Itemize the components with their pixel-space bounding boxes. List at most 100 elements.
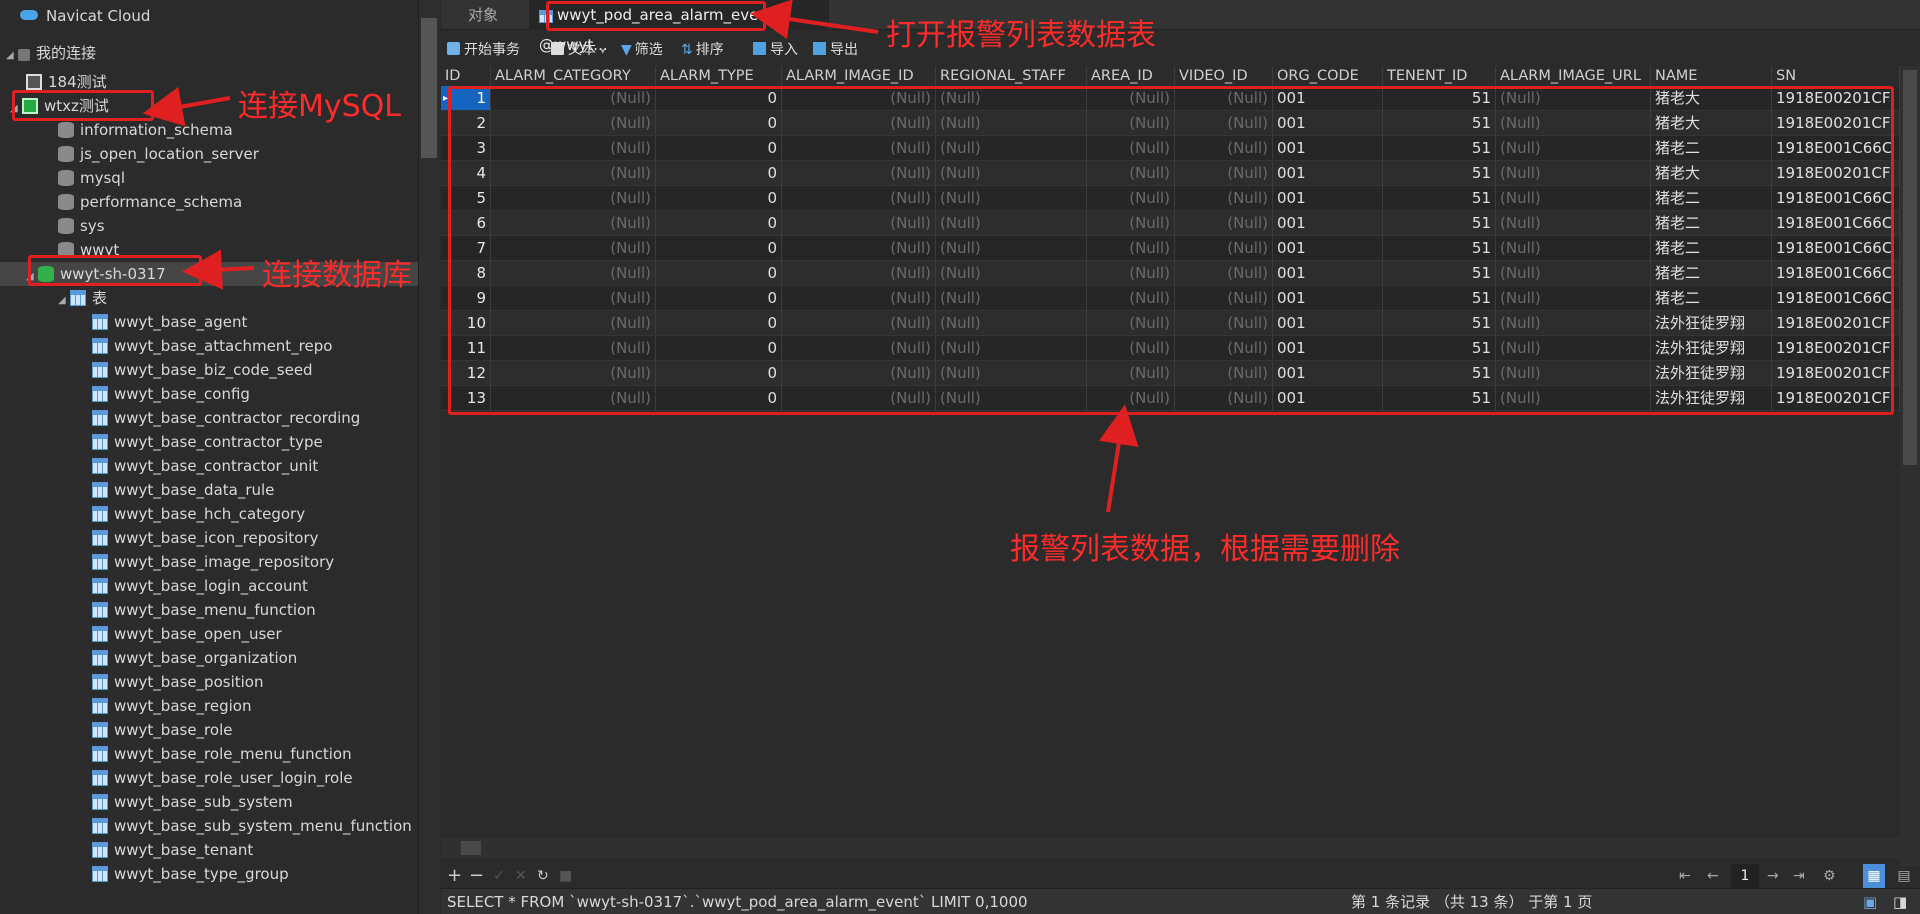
database-icon bbox=[58, 170, 74, 186]
column-header[interactable]: SN bbox=[1772, 66, 1900, 86]
page-number-field[interactable]: 1 bbox=[1731, 864, 1759, 888]
apply-changes-icon[interactable]: ✓ bbox=[493, 864, 505, 888]
tree-item[interactable]: wwyt_base_attachment_repo bbox=[92, 334, 332, 358]
toolbar: 开始事务 文本 ▾ ▼ 筛选 ⇅ 排序 导入 导出 bbox=[441, 36, 1920, 64]
filter-button[interactable]: ▼ 筛选 bbox=[621, 36, 663, 64]
next-page-icon[interactable]: → bbox=[1767, 864, 1779, 888]
panel-toggle-icon-2[interactable]: ◨ bbox=[1893, 889, 1907, 914]
tree-item[interactable]: wwyt_base_biz_code_seed bbox=[92, 358, 313, 382]
tree-item[interactable]: wwyt_base_organization bbox=[92, 646, 297, 670]
table-icon bbox=[92, 650, 108, 666]
tree-item[interactable]: wwyt_base_contractor_recording bbox=[92, 406, 360, 430]
table-icon bbox=[92, 818, 108, 834]
annotation-connect-db: 连接数据库 bbox=[262, 258, 412, 293]
tree-label: wwyt_base_contractor_type bbox=[114, 433, 323, 451]
tree-item[interactable]: wwyt_base_type_group bbox=[92, 862, 289, 886]
grid-vertical-scrollbar-thumb[interactable] bbox=[1903, 70, 1917, 465]
gear-icon[interactable]: ⚙ bbox=[1823, 864, 1836, 888]
export-button[interactable]: 导出 bbox=[813, 36, 858, 64]
tree-item[interactable]: wwyt_base_open_user bbox=[92, 622, 282, 646]
tree-item[interactable]: wwyt_base_sub_system_menu_function bbox=[92, 814, 412, 838]
tree-item[interactable]: wwyt_base_role_user_login_role bbox=[92, 766, 353, 790]
tree-item[interactable]: wwyt_base_contractor_type bbox=[92, 430, 323, 454]
column-header[interactable]: TENENT_ID bbox=[1383, 66, 1496, 86]
tree-label: sys bbox=[80, 217, 105, 235]
tree-item[interactable]: wwyt_base_hch_category bbox=[92, 502, 305, 526]
begin-transaction-button[interactable]: 开始事务 bbox=[447, 36, 520, 64]
tree-item[interactable]: performance_schema bbox=[58, 190, 242, 214]
tree-item[interactable]: wwyt_base_login_account bbox=[92, 574, 308, 598]
column-header[interactable]: NAME bbox=[1651, 66, 1772, 86]
refresh-icon[interactable]: ↻ bbox=[537, 864, 549, 888]
table-icon bbox=[92, 674, 108, 690]
grid-horizontal-scrollbar[interactable] bbox=[441, 838, 1900, 858]
expand-triangle-icon[interactable]: ◢ bbox=[58, 289, 70, 313]
grid-horizontal-scrollbar-thumb[interactable] bbox=[461, 841, 481, 855]
tree-item[interactable]: wwyt_base_agent bbox=[92, 310, 247, 334]
tree-item[interactable]: information_schema bbox=[58, 118, 233, 142]
tree-item-my-connections[interactable]: ◢ 我的连接 bbox=[6, 41, 96, 65]
add-record-icon[interactable]: + bbox=[447, 864, 462, 888]
tree-label: wwyt_base_region bbox=[114, 697, 252, 715]
sql-statement: SELECT * FROM `wwyt-sh-0317`.`wwyt_pod_a… bbox=[447, 893, 1028, 911]
table-icon bbox=[92, 506, 108, 522]
tree-item[interactable]: wwyt_base_icon_repository bbox=[92, 526, 319, 550]
annotation-open-table: 打开报警列表数据表 bbox=[886, 18, 1156, 53]
tree-item[interactable]: wwyt_base_sub_system bbox=[92, 790, 293, 814]
table-icon bbox=[92, 866, 108, 882]
status-bar: SELECT * FROM `wwyt-sh-0317`.`wwyt_pod_a… bbox=[441, 888, 1920, 914]
prev-page-icon[interactable]: ← bbox=[1707, 864, 1719, 888]
tree-item[interactable]: wwyt_base_position bbox=[92, 670, 263, 694]
text-view-button[interactable]: 文本 ▾ bbox=[551, 36, 605, 64]
column-header[interactable]: ALARM_CATEGORY bbox=[491, 66, 656, 86]
tree-item[interactable]: wwyt_base_role_menu_function bbox=[92, 742, 352, 766]
tree-label: wwyt_base_tenant bbox=[114, 841, 254, 859]
panel-toggle-icon[interactable]: ▣ bbox=[1863, 889, 1877, 914]
column-header[interactable]: ALARM_IMAGE_URL bbox=[1496, 66, 1651, 86]
tree-item[interactable]: wwyt_base_contractor_unit bbox=[92, 454, 318, 478]
tree-item[interactable]: ◢ 表 bbox=[58, 286, 107, 310]
tree-item[interactable]: sys bbox=[58, 214, 105, 238]
export-icon bbox=[813, 42, 826, 55]
sort-button[interactable]: ⇅ 排序 bbox=[681, 36, 724, 64]
column-header[interactable]: ALARM_IMAGE_ID bbox=[782, 66, 936, 86]
tree-label: wwyt_base_agent bbox=[114, 313, 248, 331]
tree-label: wwyt_base_menu_function bbox=[114, 601, 316, 619]
tree-item[interactable]: wwyt_base_config bbox=[92, 382, 250, 406]
column-header[interactable]: REGIONAL_STAFF bbox=[936, 66, 1087, 86]
column-header[interactable]: ORG_CODE bbox=[1273, 66, 1383, 86]
last-page-icon[interactable]: ⇥ bbox=[1793, 864, 1805, 888]
tree-item[interactable]: wwyt_base_menu_function bbox=[92, 598, 316, 622]
import-button[interactable]: 导入 bbox=[753, 36, 798, 64]
stop-icon[interactable]: ■ bbox=[559, 864, 572, 888]
tab-objects[interactable]: 对象 bbox=[441, 0, 525, 30]
form-view-icon[interactable]: ▤ bbox=[1893, 864, 1915, 888]
tree-label: wwyt_base_position bbox=[114, 673, 264, 691]
discard-changes-icon[interactable]: ✕ bbox=[515, 864, 527, 888]
grid-view-icon[interactable]: ▦ bbox=[1863, 864, 1885, 888]
tree-item[interactable]: wwyt_base_region bbox=[92, 694, 252, 718]
column-header[interactable]: ALARM_TYPE bbox=[656, 66, 782, 86]
column-header[interactable]: VIDEO_ID bbox=[1175, 66, 1273, 86]
tree-item[interactable]: wwyt_base_data_rule bbox=[92, 478, 274, 502]
table-icon bbox=[92, 770, 108, 786]
tree-label: wwyt_base_hch_category bbox=[114, 505, 306, 523]
tab-label: 对象 bbox=[467, 6, 498, 24]
tree-item[interactable]: wwyt_base_image_repository bbox=[92, 550, 334, 574]
tree-item-navicat-cloud[interactable]: Navicat Cloud bbox=[20, 4, 150, 28]
expand-triangle-icon[interactable]: ◢ bbox=[6, 44, 18, 68]
sidebar-scrollbar-thumb[interactable] bbox=[421, 18, 437, 158]
column-header[interactable]: AREA_ID bbox=[1087, 66, 1175, 86]
tree-label: wwyt_base_config bbox=[114, 385, 250, 403]
tree-item[interactable]: mysql bbox=[58, 166, 125, 190]
first-page-icon[interactable]: ⇤ bbox=[1679, 864, 1691, 888]
table-icon bbox=[92, 530, 108, 546]
tree-item[interactable]: wwyt_base_role bbox=[92, 718, 232, 742]
tree-item[interactable]: wwyt_base_tenant bbox=[92, 838, 253, 862]
button-label: 开始事务 bbox=[464, 42, 520, 58]
delete-record-icon[interactable]: − bbox=[469, 864, 484, 888]
column-header[interactable]: ID bbox=[441, 66, 491, 86]
tree-item[interactable]: js_open_location_server bbox=[58, 142, 259, 166]
tree-label: wwyt_base_sub_system_menu_function bbox=[114, 817, 412, 835]
tree-label: wwyt_base_contractor_unit bbox=[114, 457, 319, 475]
